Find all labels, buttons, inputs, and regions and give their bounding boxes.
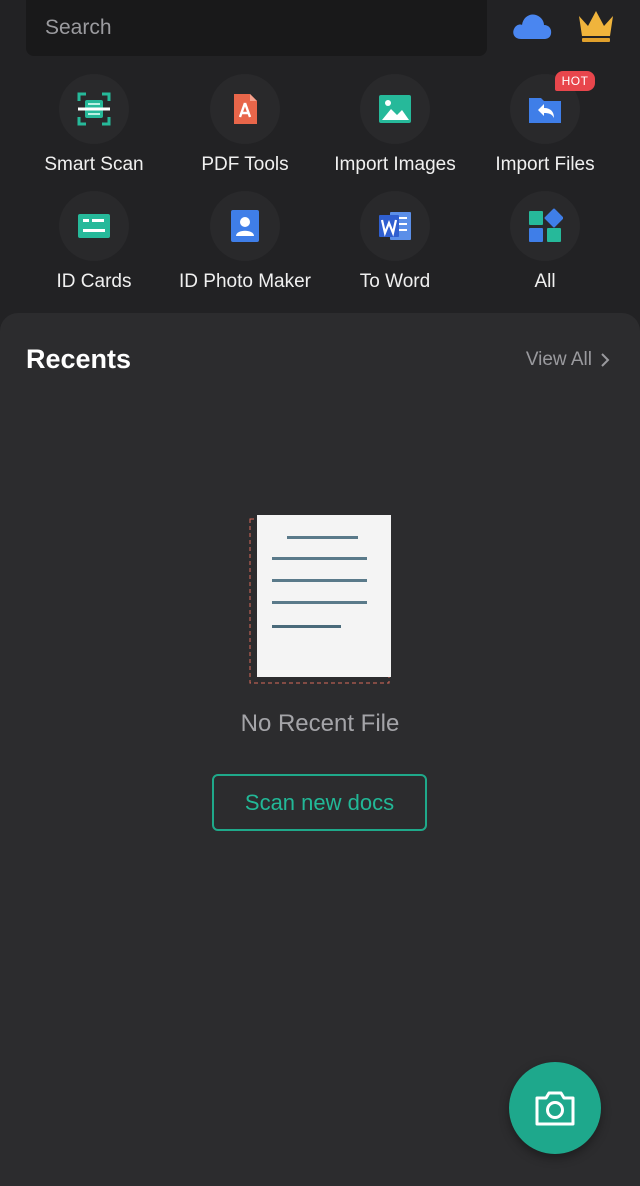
crown-icon[interactable]	[576, 8, 616, 44]
camera-icon	[535, 1091, 575, 1126]
search-bar[interactable]	[26, 0, 487, 56]
hot-badge: HOT	[555, 71, 595, 91]
smart-scan-icon	[77, 92, 111, 126]
word-icon	[379, 212, 411, 240]
empty-document-illustration	[249, 515, 391, 684]
recents-panel: Recents View All No Recent File Scan new…	[0, 313, 640, 1186]
id-photo-icon	[231, 210, 259, 242]
import-images-icon-circle	[360, 74, 430, 144]
smart-scan-icon-circle	[59, 74, 129, 144]
tool-label: Import Images	[334, 154, 456, 175]
chevron-right-icon	[601, 353, 610, 367]
view-all-label: View All	[525, 349, 592, 370]
tool-label: Smart Scan	[44, 154, 144, 175]
scan-new-docs-button[interactable]: Scan new docs	[212, 774, 427, 831]
view-all-link[interactable]: View All	[526, 349, 610, 371]
pdf-tools-icon	[234, 94, 257, 124]
id-cards-icon-circle	[59, 191, 129, 261]
tool-label: PDF Tools	[201, 154, 289, 175]
cloud-icon[interactable]	[511, 9, 553, 43]
tool-label: ID Cards	[56, 271, 132, 292]
camera-fab-button[interactable]	[509, 1062, 601, 1154]
to-word-icon-circle	[360, 191, 430, 261]
tool-label: To Word	[359, 271, 431, 292]
recents-title: Recents	[26, 344, 132, 374]
tool-label: Import Files	[495, 154, 595, 175]
tool-label: All	[534, 271, 556, 292]
tool-label: ID Photo Maker	[179, 271, 311, 292]
image-icon	[379, 95, 411, 123]
id-card-icon	[78, 214, 110, 238]
search-input[interactable]	[43, 15, 487, 41]
empty-state-text: No Recent File	[240, 710, 400, 737]
pdf-tools-icon-circle	[210, 74, 280, 144]
header-area: Smart Scan PDF Tools Import Images	[0, 0, 640, 330]
import-file-icon	[529, 98, 561, 123]
all-apps-icon	[529, 208, 563, 242]
id-photo-maker-icon-circle	[210, 191, 280, 261]
all-icon-circle	[510, 191, 580, 261]
